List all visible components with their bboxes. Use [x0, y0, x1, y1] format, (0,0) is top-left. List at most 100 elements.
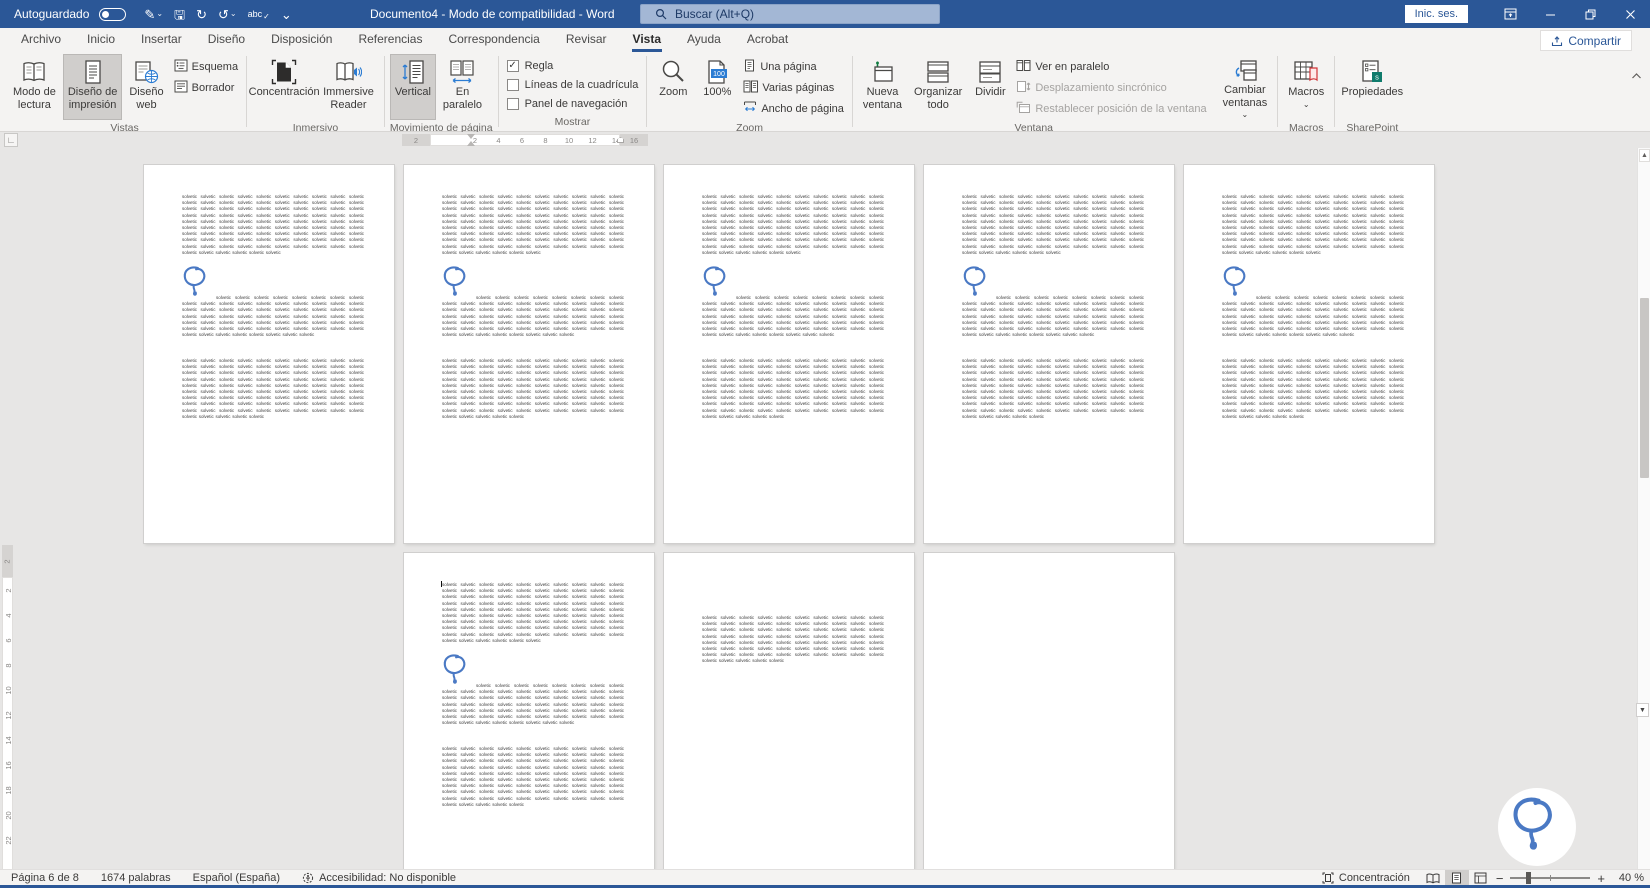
close-icon[interactable] [1610, 0, 1650, 28]
search-box[interactable]: Buscar (Alt+Q) [640, 4, 940, 24]
share-button[interactable]: Compartir [1540, 30, 1632, 51]
word-count[interactable]: 1674 palabras [90, 872, 182, 884]
print-layout-button[interactable] [1444, 870, 1469, 886]
document-page-1[interactable]: solvetic solvetic solvetic solvetic solv… [144, 165, 394, 543]
speech-bubble-icon [1513, 797, 1552, 850]
lineas-de-la-cuadricula-checkbox[interactable]: Líneas de la cuadrícula [504, 77, 642, 93]
regla-checkbox[interactable]: ✓ Regla [504, 58, 642, 74]
varias-paginas-button[interactable]: Varias páginas [740, 79, 847, 97]
tab-revisar[interactable]: Revisar [553, 28, 620, 52]
tab-stop-selector[interactable]: ∟ [4, 133, 18, 147]
document-page-7[interactable]: solvetic solvetic solvetic solvetic solv… [664, 553, 914, 869]
h-ruler-number: 4 [496, 136, 501, 145]
zoom-percentage[interactable]: 40 % [1608, 872, 1644, 884]
accessibility-status[interactable]: Accesibilidad: No disponible [291, 872, 467, 884]
scroll-down-icon[interactable]: ▼ [1636, 703, 1649, 717]
document-page-4[interactable]: solvetic solvetic solvetic solvetic solv… [924, 165, 1174, 543]
zoom-button[interactable]: Zoom [652, 54, 694, 120]
tab-ayuda[interactable]: Ayuda [674, 28, 734, 52]
paragraph: solvetic solvetic solvetic solvetic solv… [702, 295, 884, 338]
document-page-5[interactable]: solvetic solvetic solvetic solvetic solv… [1184, 165, 1434, 543]
vertical-ruler[interactable]: 2 2 4 6 8 10 12 14 16 18 20 22 [2, 545, 14, 869]
panel-de-navegacion-checkbox[interactable]: Panel de navegación [504, 96, 642, 112]
tab-diseno[interactable]: Diseño [195, 28, 258, 52]
restore-icon[interactable] [1570, 0, 1610, 28]
horizontal-ruler[interactable]: 2 2 4 6 8 10 12 14 16 [402, 134, 648, 146]
page-print-icon [82, 58, 104, 86]
dividir-button[interactable]: Dividir [969, 54, 1011, 120]
scroll-up-icon[interactable]: ▲ [1639, 149, 1650, 162]
vertical-ruler-track: 2 4 6 8 10 12 14 16 18 20 22 [2, 577, 13, 869]
modo-de-lectura-button[interactable]: Modo de lectura [8, 54, 61, 120]
tab-disposicion[interactable]: Disposición [258, 28, 345, 52]
nueva-ventana-button[interactable]: Nueva ventana [858, 54, 907, 120]
tab-vista[interactable]: Vista [620, 28, 674, 52]
ver-en-paralelo-button[interactable]: Ver en paralelo [1013, 58, 1209, 76]
document-page-6[interactable]: solvetic solvetic solvetic solvetic solv… [404, 553, 654, 869]
view-side-by-side-icon [1016, 59, 1031, 75]
esquema-button[interactable]: Esquema [171, 58, 241, 76]
diseno-web-button[interactable]: Diseño web [124, 54, 168, 120]
tab-archivo[interactable]: Archivo [8, 28, 74, 52]
zoom-slider-thumb[interactable] [1526, 872, 1532, 884]
read-mode-button[interactable] [1421, 870, 1445, 886]
redo-icon[interactable]: ↻ [196, 8, 207, 21]
diseno-de-impresion-label: Diseño de impresión [67, 86, 118, 111]
concentracion-button[interactable]: Concentración [249, 54, 320, 120]
ribbon-display-options-icon[interactable] [1490, 0, 1530, 28]
una-pagina-button[interactable]: Una página [740, 58, 847, 76]
spellcheck-icon[interactable]: abc ✓ [248, 9, 270, 21]
zoom-slider[interactable] [1510, 872, 1591, 884]
desplazamiento-sincronico-button: Desplazamiento sincrónico [1013, 79, 1209, 97]
borrador-button[interactable]: Borrador [171, 79, 241, 97]
first-line-indent-marker[interactable] [467, 134, 475, 139]
lineas-de-la-cuadricula-label: Líneas de la cuadrícula [524, 79, 639, 91]
ancho-de-pagina-button[interactable]: Ancho de página [740, 100, 847, 118]
restablecer-posicion-de-la-ventana-button: Restablecer posición de la ventana [1013, 100, 1209, 118]
tab-insertar[interactable]: Insertar [128, 28, 195, 52]
en-paralelo-button[interactable]: En paralelo [438, 54, 487, 120]
zoom-in-button[interactable]: + [1594, 871, 1608, 886]
organizar-todo-button[interactable]: Organizar todo [909, 54, 967, 120]
document-page-2[interactable]: solvetic solvetic solvetic solvetic solv… [404, 165, 654, 543]
immersive-reader-button[interactable]: Immersive Reader [318, 54, 379, 120]
cambiar-ventanas-button[interactable]: Cambiar ventanas ⌄ [1218, 54, 1273, 120]
esquema-label: Esquema [191, 61, 239, 73]
h-ruler-left-margin: 2 [402, 134, 430, 146]
page-100-icon: 100 [704, 58, 730, 86]
pen-tool-icon[interactable]: ✎ ⌄ [144, 8, 163, 21]
page-indicator[interactable]: Página 6 de 8 [0, 872, 90, 884]
customize-toolbar-icon[interactable]: ⌄ [281, 8, 292, 21]
language-indicator[interactable]: Español (España) [182, 872, 291, 884]
tab-referencias[interactable]: Referencias [345, 28, 435, 52]
100-button[interactable]: 100 100% [696, 54, 738, 120]
hanging-indent-marker[interactable] [467, 141, 475, 146]
checkbox-stack: ✓ Regla Líneas de la cuadrícula Panel de na… [504, 54, 642, 112]
zoom-out-button[interactable]: − [1493, 871, 1507, 886]
undo-icon[interactable]: ↺ ⌄ [218, 8, 237, 21]
macros-button[interactable]: Macros ⌄ [1283, 54, 1329, 120]
propiedades-button[interactable]: s Propiedades [1340, 54, 1404, 120]
save-icon[interactable]: 🖫 [174, 8, 185, 21]
document-page-8[interactable] [924, 553, 1174, 869]
autosave-toggle[interactable] [99, 7, 127, 21]
focus-mode-button[interactable]: Concentración [1311, 872, 1421, 884]
web-layout-button[interactable] [1469, 870, 1493, 886]
scrollbar-thumb[interactable] [1640, 298, 1649, 478]
paragraph: solvetic solvetic solvetic solvetic solv… [442, 295, 624, 338]
focus-dark-icon [271, 58, 297, 86]
collapse-ribbon-icon[interactable] [1631, 72, 1642, 83]
vertical-scrollbar[interactable]: ▲ [1637, 148, 1650, 869]
ribbon-group-macros: Macros ⌄ Macros [1279, 52, 1333, 134]
sign-in-button[interactable]: Inic. ses. [1404, 5, 1468, 23]
tab-correspondencia[interactable]: Correspondencia [435, 28, 552, 52]
vertical-button[interactable]: Vertical [389, 54, 436, 120]
paragraph: solvetic solvetic solvetic solvetic solv… [182, 295, 364, 338]
tab-acrobat[interactable]: Acrobat [734, 28, 801, 52]
diseno-de-impresion-button[interactable]: Diseño de impresión [62, 54, 123, 120]
tab-inicio[interactable]: Inicio [74, 28, 128, 52]
minimize-icon[interactable] [1530, 0, 1570, 28]
v-ruler-number: 4 [4, 613, 13, 618]
vertical-label: Vertical [394, 86, 431, 98]
document-page-3[interactable]: solvetic solvetic solvetic solvetic solv… [664, 165, 914, 543]
